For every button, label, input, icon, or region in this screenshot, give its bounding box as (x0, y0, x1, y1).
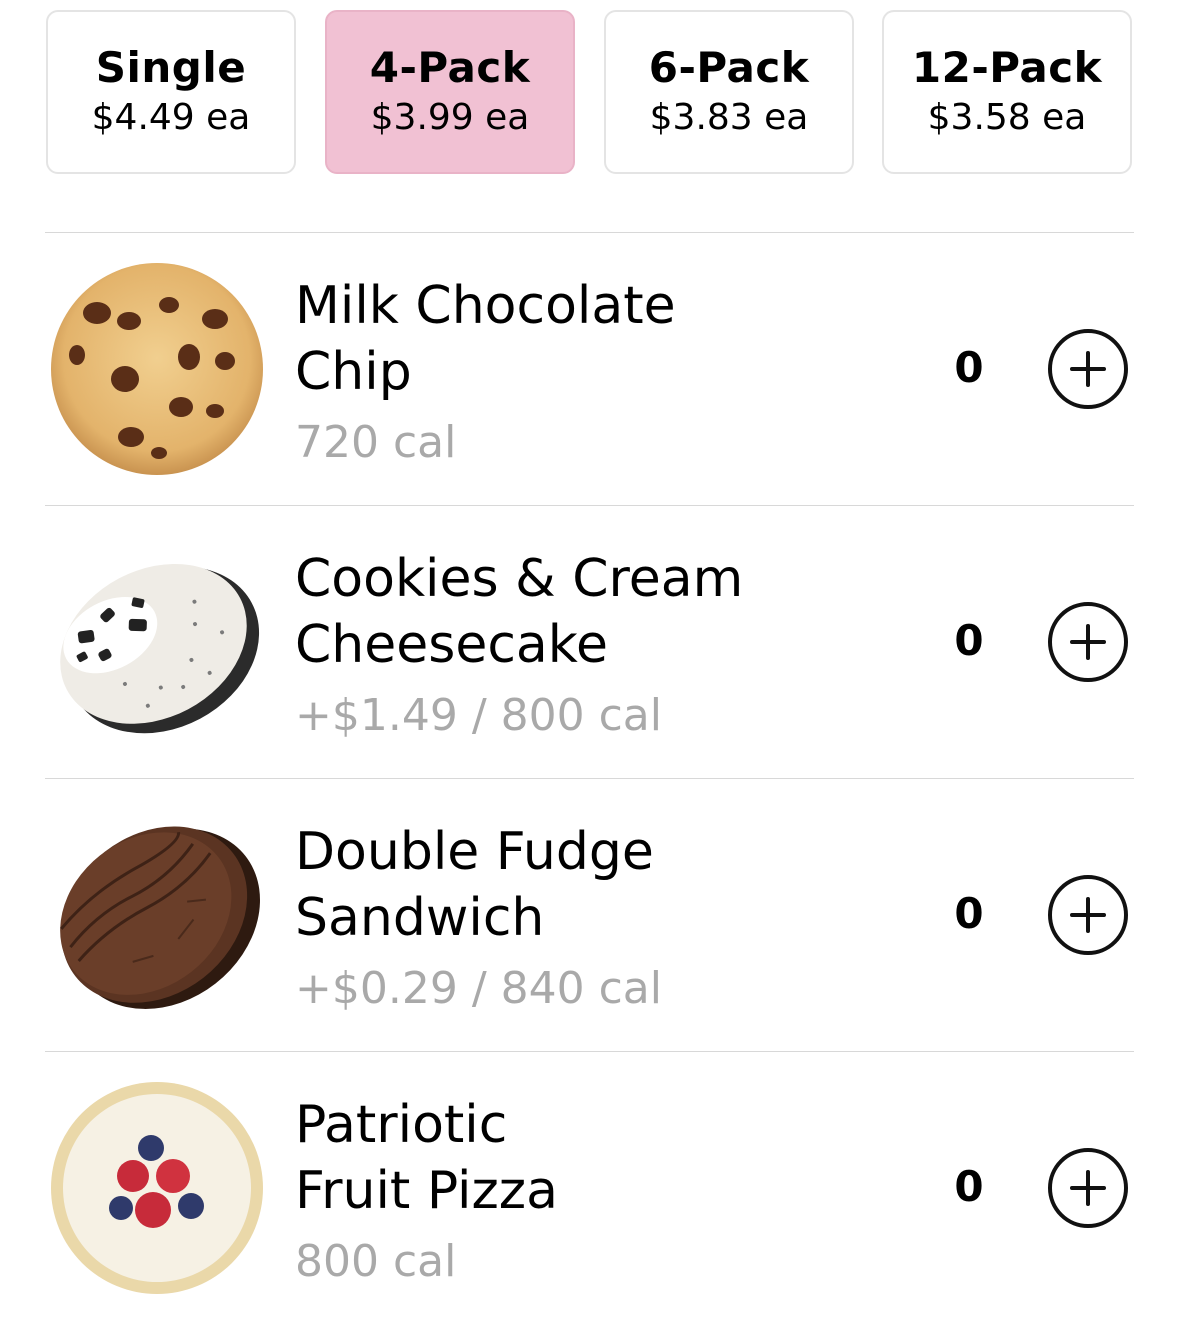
flavor-name: Cookies & Cream Cheesecake (295, 546, 855, 678)
flavor-details: Patriotic Fruit Pizza 800 cal (295, 1092, 855, 1296)
flavor-name-line1: Double Fudge (295, 822, 654, 882)
pack-name: Single (95, 43, 247, 92)
milk-chocolate-chip-cookie-image (51, 263, 263, 475)
quantity-value: 0 (954, 889, 984, 938)
pack-option-12-pack[interactable]: 12-Pack $3.58 ea (882, 10, 1132, 174)
flavor-list: Milk Chocolate Chip 720 cal 0 Cookies & … (45, 232, 1134, 1324)
flavor-item: Cookies & Cream Cheesecake +$1.49 / 800 … (45, 505, 1134, 778)
flavor-meta: +$1.49 / 800 cal (295, 690, 662, 741)
flavor-name: Patriotic Fruit Pizza (295, 1092, 855, 1224)
flavor-name-line1: Milk Chocolate (295, 276, 676, 336)
flavor-name: Milk Chocolate Chip (295, 273, 855, 405)
flavor-item: Patriotic Fruit Pizza 800 cal 0 (45, 1051, 1134, 1324)
double-fudge-sandwich-cookie-image (60, 826, 260, 1009)
flavor-name-line2: Cheesecake (295, 615, 609, 675)
pack-price: $3.83 ea (649, 97, 809, 138)
flavor-item: Double Fudge Sandwich +$0.29 / 840 cal 0 (45, 778, 1134, 1051)
flavor-name-line1: Cookies & Cream (295, 549, 744, 609)
flavor-item: Milk Chocolate Chip 720 cal 0 (45, 232, 1134, 505)
add-button[interactable] (1048, 1148, 1128, 1228)
pack-price: $3.58 ea (927, 97, 1087, 138)
quantity-value: 0 (954, 1162, 984, 1211)
plus-icon (1070, 1170, 1106, 1206)
add-button[interactable] (1048, 875, 1128, 955)
add-button[interactable] (1048, 602, 1128, 682)
flavor-details: Double Fudge Sandwich +$0.29 / 840 cal (295, 819, 855, 1023)
flavor-meta: 720 cal (295, 417, 457, 468)
flavor-meta: 800 cal (295, 1236, 457, 1287)
plus-icon (1070, 351, 1106, 387)
pack-option-6-pack[interactable]: 6-Pack $3.83 ea (604, 10, 854, 174)
pack-name: 12-Pack (911, 43, 1103, 92)
flavor-meta: +$0.29 / 840 cal (295, 963, 662, 1014)
add-button[interactable] (1048, 329, 1128, 409)
plus-icon (1070, 897, 1106, 933)
pack-option-4-pack[interactable]: 4-Pack $3.99 ea (325, 10, 575, 174)
flavor-name-line2: Chip (295, 342, 412, 402)
flavor-name-line1: Patriotic (295, 1095, 508, 1155)
pack-option-single[interactable]: Single $4.49 ea (46, 10, 296, 174)
pack-name: 6-Pack (648, 43, 810, 92)
pack-name: 4-Pack (369, 43, 531, 92)
quantity-value: 0 (954, 616, 984, 665)
pack-price: $3.99 ea (370, 97, 530, 138)
flavor-name-line2: Sandwich (295, 888, 545, 948)
flavor-details: Cookies & Cream Cheesecake +$1.49 / 800 … (295, 546, 855, 750)
plus-icon (1070, 624, 1106, 660)
pack-price: $4.49 ea (91, 97, 251, 138)
flavor-name-line2: Fruit Pizza (295, 1161, 558, 1221)
pack-size-selector: Single $4.49 ea 4-Pack $3.99 ea 6-Pack $… (0, 0, 1179, 200)
patriotic-fruit-pizza-cookie-image (51, 1082, 263, 1294)
cookies-and-cream-cheesecake-cookie-image (60, 563, 260, 734)
quantity-value: 0 (954, 343, 984, 392)
flavor-details: Milk Chocolate Chip 720 cal (295, 273, 855, 477)
flavor-name: Double Fudge Sandwich (295, 819, 855, 951)
